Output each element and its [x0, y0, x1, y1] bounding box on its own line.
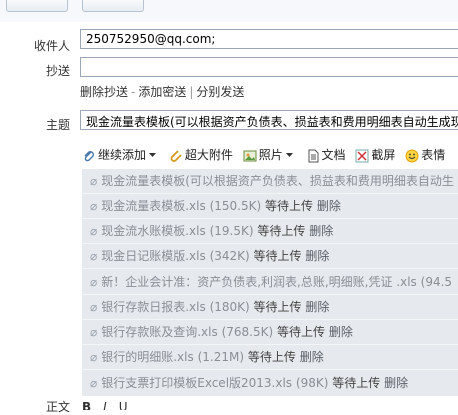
document-icon [308, 149, 319, 162]
save-draft-button[interactable] [82, 0, 144, 12]
super-attach-label: 超大附件 [184, 148, 233, 162]
attachment-name: 现金日记账模版.xls [101, 249, 206, 263]
recipient-field[interactable]: 250752950@qq.com; [80, 29, 458, 49]
attachment-item: ⌀ 银行的明细账.xls (1.21M) 等待上传 删除 [90, 348, 324, 368]
emoji-label: 表情 [421, 148, 446, 162]
scissors-icon [355, 149, 369, 162]
attachment-status: 等待上传 [253, 300, 302, 314]
attachment-item: ⌀ 现金流水账模板.xls (19.5K) 等待上传 删除 [90, 222, 333, 242]
attachment-name: 现金流水账模板.xls [101, 224, 206, 238]
subject-field[interactable]: 现金流量表模板(可以根据资产负债表、损益表和费用明细表自动生成现 [80, 110, 458, 130]
italic-button[interactable]: I [103, 400, 107, 410]
photo-dropdown[interactable] [285, 147, 296, 162]
cc-label: 抄送 [45, 64, 70, 78]
subject-label: 主题 [45, 118, 70, 132]
attachment-size: (768.5K) [221, 325, 274, 339]
super-attach-icon [170, 149, 182, 162]
attachment-name: 银行存款账及查询.xls [101, 325, 218, 339]
photo-icon [243, 150, 257, 161]
attachment-name: 现金流量表模板(可以根据资产负债表、损益表和费用明细表自动生 [101, 174, 454, 188]
continue-add-label: 继续添加 [98, 148, 147, 162]
photo-label: 照片 [258, 148, 283, 162]
attachment-size: (98K) [295, 376, 329, 390]
recipient-options: 删除抄送 - 添加密送 | 分别发送 [80, 85, 245, 99]
paperclip-icon: ⌀ [90, 199, 98, 213]
chevron-down-icon [149, 152, 157, 157]
attachment-name: 现金流量表模板.xls [101, 199, 206, 213]
attachment-size: (19.5K) [209, 224, 254, 238]
body-label: 正文 [46, 400, 71, 414]
top-toolbar [0, 0, 458, 22]
add-bcc-link[interactable]: 添加密送 [138, 85, 186, 99]
attachment-item: ⌀ 现金流量表模板.xls (150.5K) 等待上传 删除 [90, 197, 341, 217]
chevron-down-icon [285, 152, 293, 157]
attachment-name: 银行存款日报表.xls [101, 300, 206, 314]
delete-attachment-link[interactable]: 删除 [305, 249, 329, 263]
attachment-toolbar: 继续添加 超大附件 照片 文档 截屏 表情 [82, 146, 451, 164]
paperclip-icon: ⌀ [90, 174, 98, 188]
paperclip-icon: ⌀ [90, 275, 98, 289]
attachment-size: (180K) [209, 300, 250, 314]
recipient-label: 收件人 [33, 39, 70, 53]
photo-button[interactable]: 照片 [243, 146, 283, 163]
paperclip-icon: ⌀ [90, 224, 98, 238]
underline-button[interactable]: U [119, 400, 128, 410]
attachment-status: 等待上传 [332, 376, 381, 390]
attachment-name: 银行支票打印模板Excel版2013.xls [101, 376, 293, 390]
continue-add-dropdown[interactable] [148, 147, 159, 162]
attachment-size: (342K) [209, 249, 250, 263]
attachment-item: ⌀ 银行存款日报表.xls (180K) 等待上传 删除 [90, 298, 329, 318]
remove-cc-link[interactable]: 删除抄送 [80, 85, 128, 99]
screenshot-label: 截屏 [371, 148, 396, 162]
delete-attachment-link[interactable]: 删除 [329, 325, 353, 339]
attachment-size: (1.21M) [197, 350, 245, 364]
attachment-status: 等待上传 [253, 249, 302, 263]
attachment-size: (94.5 [420, 275, 453, 289]
attachment-item: ⌀ 现金流量表模板(可以根据资产负债表、损益表和费用明细表自动生 [90, 172, 454, 192]
super-attach-button[interactable]: 超大附件 [169, 146, 233, 163]
send-button[interactable] [6, 0, 68, 12]
cc-field[interactable] [80, 57, 458, 77]
bold-button[interactable]: B [82, 400, 91, 410]
attachment-item: ⌀ 现金日记账模版.xls (342K) 等待上传 删除 [90, 247, 329, 267]
subject-value: 现金流量表模板(可以根据资产负债表、损益表和费用明细表自动生成现 [86, 115, 458, 129]
smiley-icon [405, 149, 419, 162]
paperclip-icon: ⌀ [90, 249, 98, 263]
delete-attachment-link[interactable]: 删除 [317, 199, 341, 213]
paperclip-icon: ⌀ [90, 300, 98, 314]
attachment-status: 等待上传 [277, 325, 326, 339]
attachment-item: ⌀ 银行存款账及查询.xls (768.5K) 等待上传 删除 [90, 323, 353, 343]
attachment-status: 等待上传 [265, 199, 314, 213]
delete-attachment-link[interactable]: 删除 [309, 224, 333, 238]
document-label: 文档 [321, 148, 346, 162]
continue-add-button[interactable]: 继续添加 [82, 146, 146, 163]
paperclip-icon: ⌀ [90, 376, 98, 390]
emoji-button[interactable]: 表情 [405, 146, 445, 163]
document-button[interactable]: 文档 [306, 146, 346, 163]
screenshot-button[interactable]: 截屏 [355, 146, 395, 163]
attachment-status: 等待上传 [247, 350, 296, 364]
delete-attachment-link[interactable]: 删除 [305, 300, 329, 314]
paperclip-icon [84, 150, 94, 161]
paperclip-icon: ⌀ [90, 350, 98, 364]
delete-attachment-link[interactable]: 删除 [300, 350, 324, 364]
format-toolbar: BIU [82, 400, 128, 410]
recipient-value: 250752950@qq.com; [86, 32, 216, 46]
attachment-name: 银行的明细账.xls [101, 350, 194, 364]
attachment-status: 等待上传 [257, 224, 306, 238]
send-separately-link[interactable]: 分别发送 [196, 85, 244, 99]
delete-attachment-link[interactable]: 删除 [384, 376, 408, 390]
attachment-item: ⌀ 新！企业会计准：资产负债表,利润表,总账,明细账,凭证 .xls (94.5 [90, 273, 452, 293]
attachment-list: ⌀ 现金流量表模板(可以根据资产负债表、损益表和费用明细表自动生 ⌀ 现金流量表模板… [82, 169, 458, 396]
attachment-name: 新！企业会计准：资产负债表,利润表,总账,明细账,凭证 .xls [101, 275, 417, 289]
attachment-size: (150.5K) [209, 199, 262, 213]
attachment-item: ⌀ 银行支票打印模板Excel版2013.xls (98K) 等待上传 删除 [90, 374, 408, 394]
paperclip-icon: ⌀ [90, 325, 98, 339]
